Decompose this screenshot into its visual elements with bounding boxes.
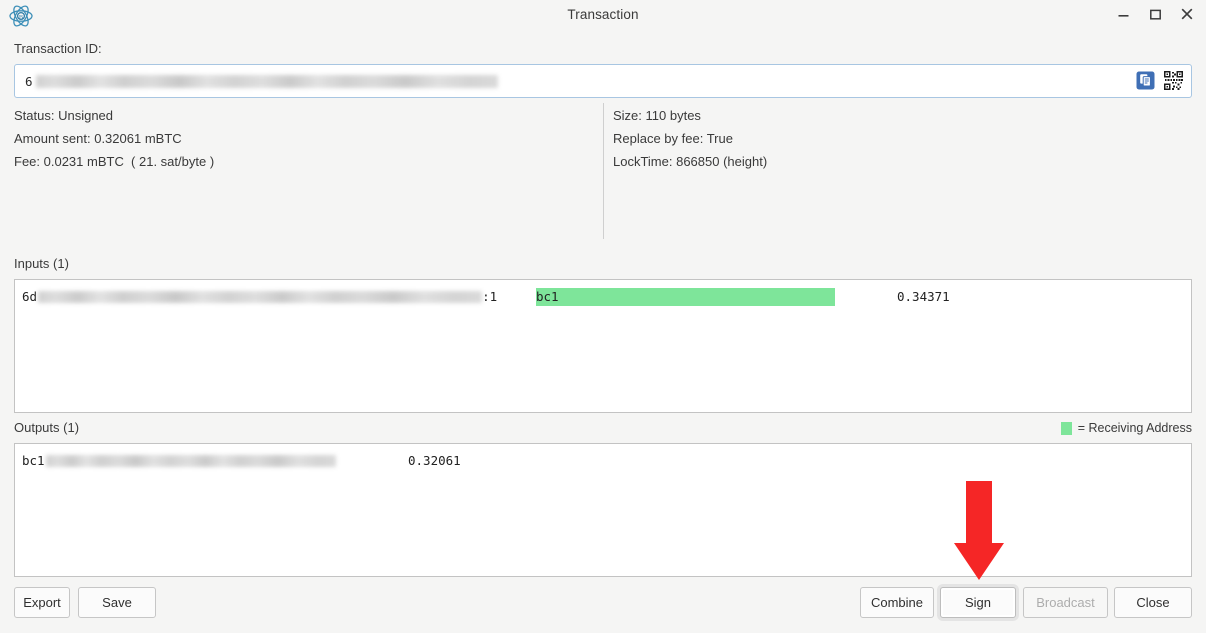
export-button[interactable]: Export (14, 587, 70, 618)
copy-icon[interactable] (1135, 70, 1156, 91)
title-bar: B Transaction (0, 0, 1206, 31)
replace-by-fee-line: Replace by fee: True (613, 131, 733, 146)
input-address-prefix: bc1 (536, 288, 559, 304)
transaction-id-redacted (35, 74, 498, 88)
size-line: Size: 110 bytes (613, 108, 701, 123)
input-txid-redacted (38, 290, 483, 303)
fee-line: Fee: 0.0231 mBTC ( 21. sat/byte ) (14, 154, 215, 169)
window-controls (1114, 4, 1196, 24)
legend-receiving-address: = Receiving Address (1060, 421, 1192, 435)
legend-color-swatch (1060, 421, 1072, 435)
output-address-redacted (45, 454, 336, 467)
save-button[interactable]: Save (78, 587, 156, 618)
table-row[interactable]: bc1 0.32061 (15, 450, 1191, 471)
transaction-id-actions (1135, 70, 1184, 91)
inputs-list[interactable]: 6d :1 bc1 0.34371 (14, 279, 1192, 413)
summary-right: Size: 110 bytes Replace by fee: True Loc… (613, 104, 1173, 173)
input-address-cell: bc1 (536, 287, 835, 306)
sign-button[interactable]: Sign (940, 587, 1016, 618)
input-output-index: :1 (482, 289, 498, 304)
locktime-line: LockTime: 866850 (height) (613, 154, 768, 169)
close-icon[interactable] (1178, 4, 1196, 24)
maximize-icon[interactable] (1146, 4, 1164, 24)
transaction-id-input[interactable]: 6 (14, 64, 1192, 98)
inputs-label: Inputs (1) (14, 256, 69, 271)
close-dialog-button[interactable]: Close (1114, 587, 1192, 618)
combine-button[interactable]: Combine (860, 587, 934, 618)
amount-sent-line: Amount sent: 0.32061 mBTC (14, 131, 182, 146)
input-address-highlight: bc1 (536, 287, 835, 306)
summary-left: Status: Unsigned Amount sent: 0.32061 mB… (14, 104, 574, 173)
input-amount: 0.34371 (897, 289, 950, 304)
status-line: Status: Unsigned (14, 108, 114, 123)
panel-divider (603, 103, 604, 239)
qr-code-icon[interactable] (1163, 70, 1184, 91)
transaction-id-value: 6 (25, 73, 33, 89)
input-txid-prefix: 6d (22, 289, 38, 304)
legend-label: = Receiving Address (1077, 421, 1192, 435)
output-amount: 0.32061 (408, 453, 461, 468)
outputs-label: Outputs (1) (14, 420, 80, 435)
window-title: Transaction (567, 7, 639, 22)
minimize-icon[interactable] (1114, 4, 1132, 24)
outputs-list[interactable]: bc1 0.32061 (14, 443, 1192, 577)
transaction-id-label: Transaction ID: (14, 41, 102, 56)
table-row[interactable]: 6d :1 bc1 0.34371 (15, 286, 1191, 307)
broadcast-button: Broadcast (1023, 587, 1108, 618)
output-address-prefix: bc1 (22, 453, 45, 468)
